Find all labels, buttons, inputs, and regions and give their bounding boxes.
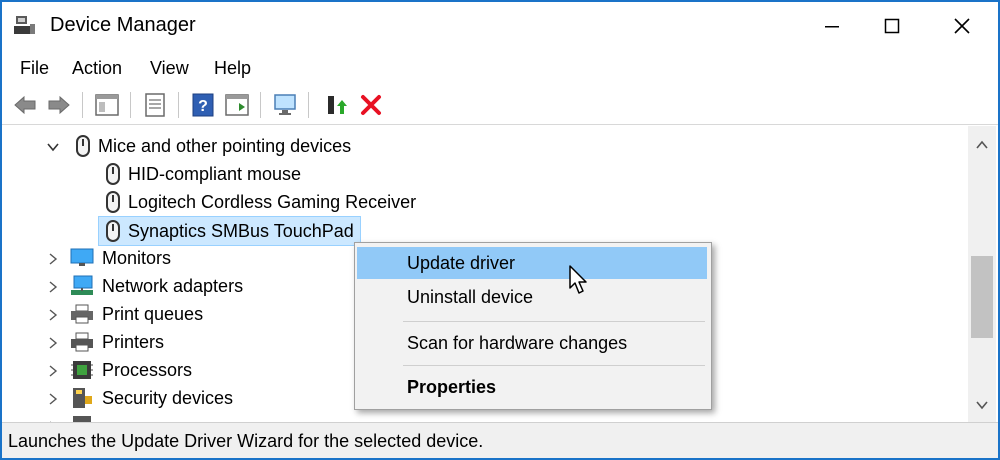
scrollbar-thumb[interactable] — [971, 256, 993, 338]
menu-file[interactable]: File — [20, 58, 49, 79]
context-menu: Update driver Uninstall device Scan for … — [354, 242, 712, 410]
tree-label: Logitech Cordless Gaming Receiver — [128, 191, 417, 212]
tree-label: Network adapters — [102, 275, 244, 296]
context-uninstall-device[interactable]: Uninstall device — [357, 281, 707, 313]
status-bar: Launches the Update Driver Wizard for th… — [2, 422, 998, 458]
context-update-driver[interactable]: Update driver — [357, 247, 707, 279]
tree-item-synaptics-touchpad[interactable]: Synaptics SMBus TouchPad — [98, 216, 361, 246]
context-item-label: Update driver — [407, 253, 516, 273]
back-arrow-icon[interactable] — [12, 92, 38, 118]
toolbar-separator — [130, 92, 131, 118]
chevron-right-icon[interactable] — [46, 308, 60, 322]
update-driver-icon[interactable] — [324, 92, 350, 118]
forward-arrow-icon[interactable] — [46, 92, 72, 118]
title-bar: Device Manager — [2, 2, 998, 50]
chevron-right-icon[interactable] — [46, 280, 60, 294]
tree-label: Monitors — [102, 247, 172, 268]
tree-category-mice[interactable]: Mice and other pointing devices — [76, 132, 351, 160]
close-icon — [954, 18, 970, 34]
device-manager-window: Device Manager File Action View Help ? M… — [0, 0, 1000, 460]
mouse-icon — [106, 220, 120, 242]
minimize-button[interactable] — [802, 2, 862, 50]
menu-bar: File Action View Help — [2, 50, 998, 86]
properties-sheet-icon[interactable] — [142, 92, 168, 118]
help-icon[interactable]: ? — [190, 92, 216, 118]
chevron-down-icon[interactable] — [46, 140, 60, 154]
tree-category-print-queues[interactable]: Print queues — [70, 300, 203, 328]
chevron-right-icon[interactable] — [46, 364, 60, 378]
mouse-cursor-icon — [569, 265, 587, 294]
maximize-icon — [884, 18, 900, 34]
chevron-right-icon[interactable] — [46, 336, 60, 350]
tree-category-processors[interactable]: Processors — [70, 356, 192, 384]
network-adapter-icon — [71, 275, 93, 295]
processor-icon — [71, 361, 93, 379]
tree-label: Synaptics SMBus TouchPad — [128, 220, 354, 241]
toolbar: ? — [2, 86, 998, 125]
security-device-icon — [73, 388, 92, 408]
context-properties[interactable]: Properties — [357, 371, 707, 403]
toolbar-separator — [260, 92, 261, 118]
toolbar-separator — [308, 92, 309, 118]
context-item-label: Properties — [407, 377, 497, 397]
mouse-icon — [76, 135, 90, 157]
mouse-icon — [106, 191, 120, 213]
tree-category-printers[interactable]: Printers — [70, 328, 164, 356]
menu-help[interactable]: Help — [214, 58, 251, 79]
context-separator — [403, 365, 705, 366]
mouse-icon — [106, 163, 120, 185]
monitor-icon — [70, 248, 94, 266]
toolbar-separator — [178, 92, 179, 118]
show-hide-console-tree-icon[interactable] — [94, 92, 120, 118]
vertical-scrollbar[interactable] — [968, 126, 996, 422]
tree-label: Security devices — [102, 387, 234, 408]
tree-item-logitech-receiver[interactable]: Logitech Cordless Gaming Receiver — [106, 188, 416, 216]
menu-view[interactable]: View — [150, 58, 189, 79]
scroll-up-arrow-icon[interactable] — [975, 140, 989, 150]
context-item-label: Uninstall device — [407, 287, 534, 307]
context-item-label: Scan for hardware changes — [407, 333, 628, 353]
window-title: Device Manager — [50, 14, 196, 36]
tree-label: Print queues — [102, 303, 204, 324]
print-queue-icon — [71, 304, 93, 324]
tree-label: HID-compliant mouse — [128, 163, 302, 184]
tree-label: Processors — [102, 359, 193, 380]
action-pane-icon[interactable] — [224, 92, 250, 118]
uninstall-device-icon[interactable] — [358, 92, 384, 118]
maximize-button[interactable] — [862, 2, 922, 50]
svg-text:?: ? — [198, 98, 208, 115]
tree-label: Mice and other pointing devices — [98, 135, 352, 156]
tree-label: Printers — [102, 331, 165, 352]
scroll-down-arrow-icon[interactable] — [975, 400, 989, 410]
chevron-right-icon[interactable] — [46, 252, 60, 266]
scan-hardware-icon[interactable] — [272, 92, 298, 118]
menu-action[interactable]: Action — [72, 58, 122, 79]
tree-category-network-adapters[interactable]: Network adapters — [70, 272, 243, 300]
device-manager-icon — [14, 16, 35, 34]
tree-item-hid-mouse[interactable]: HID-compliant mouse — [106, 160, 301, 188]
tree-category-monitors[interactable]: Monitors — [70, 244, 171, 272]
sensor-icon — [73, 416, 91, 422]
toolbar-separator — [82, 92, 83, 118]
tree-category-security-devices[interactable]: Security devices — [70, 384, 233, 412]
minimize-icon — [825, 26, 839, 28]
close-button[interactable] — [932, 2, 992, 50]
status-text: Launches the Update Driver Wizard for th… — [8, 431, 484, 451]
printer-icon — [71, 332, 93, 352]
context-separator — [403, 321, 705, 322]
chevron-right-icon[interactable] — [46, 392, 60, 406]
context-scan-hardware[interactable]: Scan for hardware changes — [357, 327, 707, 359]
